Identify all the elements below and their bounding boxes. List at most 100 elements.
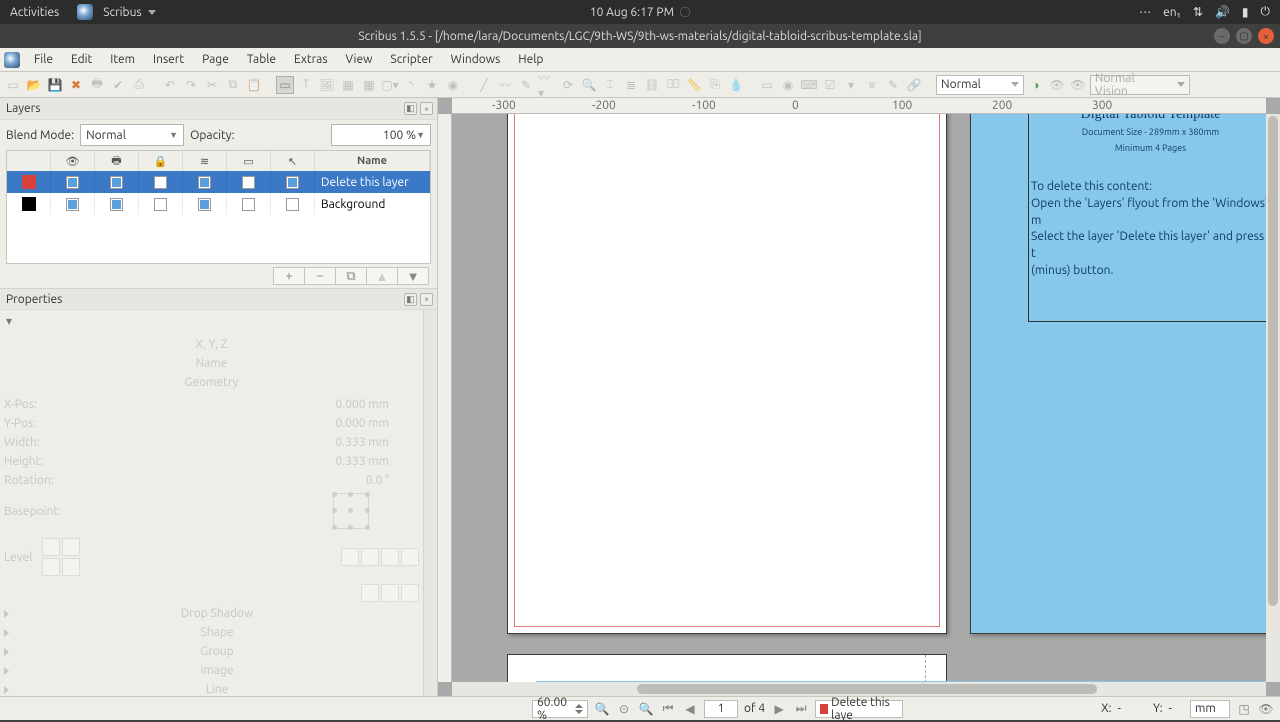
language-indicator[interactable]: en₁ xyxy=(1163,6,1181,19)
float-panel-icon[interactable]: ◧ xyxy=(404,293,417,306)
layer-print-checkbox[interactable] xyxy=(110,198,123,211)
unit-select[interactable]: mm xyxy=(1190,700,1230,718)
preflight-icon[interactable]: ✔ xyxy=(109,76,127,94)
layer-print-checkbox[interactable] xyxy=(110,176,123,189)
page-3[interactable] xyxy=(507,654,947,682)
pdf-button-icon[interactable]: ▭ xyxy=(758,76,776,94)
menu-insert[interactable]: Insert xyxy=(145,50,192,69)
render-frame-icon[interactable]: ▦ xyxy=(339,76,357,94)
lower-layer-button[interactable]: ▼ xyxy=(397,267,429,285)
section-drop-shadow[interactable]: Drop Shadow xyxy=(0,604,423,623)
text-frame-icon[interactable]: T xyxy=(297,76,315,94)
undo-icon[interactable]: ↶ xyxy=(161,76,179,94)
section-line[interactable]: Line xyxy=(0,680,423,696)
edit-in-preview-icon[interactable]: 👁 xyxy=(1069,76,1087,94)
zoom-icon[interactable]: 🔍 xyxy=(580,76,598,94)
prev-page-icon[interactable]: ◀ xyxy=(682,701,698,717)
menu-view[interactable]: View xyxy=(338,50,381,69)
measure-icon[interactable]: 📏 xyxy=(685,76,703,94)
ypos-value[interactable]: 0.000 mm xyxy=(336,417,420,430)
zoom-out-icon[interactable]: 🔍 xyxy=(594,701,610,717)
xpos-value[interactable]: 0.000 mm xyxy=(336,398,420,411)
activities-button[interactable]: Activities xyxy=(10,6,59,19)
disclosure-open-icon[interactable]: ▾ xyxy=(6,315,12,328)
last-page-icon[interactable]: ⏭ xyxy=(793,701,809,717)
select-tool-icon[interactable]: ▭ xyxy=(276,76,294,94)
canvas[interactable]: Digital Tabloid Template Document Size -… xyxy=(452,114,1266,682)
vertical-scrollbar[interactable] xyxy=(1266,114,1280,682)
cursor-pos-icon[interactable]: ◳ xyxy=(1236,701,1252,717)
layer-name[interactable]: Background xyxy=(315,198,430,211)
close-panel-icon[interactable]: × xyxy=(420,293,433,306)
menu-scripter[interactable]: Scripter xyxy=(382,50,440,69)
pdf-list-icon[interactable]: ≡ xyxy=(863,76,881,94)
opacity-spinner[interactable]: 100 %▼ xyxy=(331,124,431,146)
layer-lock-checkbox[interactable] xyxy=(154,176,167,189)
save-icon[interactable]: 💾 xyxy=(46,76,64,94)
link-frames-icon[interactable]: ⛓ xyxy=(643,76,661,94)
close-button[interactable]: × xyxy=(1258,28,1274,44)
layers-panel-header[interactable]: Layers ◧× xyxy=(0,98,437,120)
flip-h-button[interactable] xyxy=(341,548,359,566)
properties-scrollbar[interactable] xyxy=(423,310,437,696)
print-icon[interactable]: 🖶 xyxy=(88,76,106,94)
add-layer-button[interactable]: + xyxy=(273,267,305,285)
preview-icon[interactable]: 👁 xyxy=(1048,76,1066,94)
menu-page[interactable]: Page xyxy=(194,50,237,69)
remove-layer-button[interactable]: − xyxy=(304,267,336,285)
preview-mode-select[interactable]: Normal xyxy=(936,75,1024,95)
section-shape[interactable]: Shape xyxy=(0,623,423,642)
pdf-icon[interactable]: ⎙ xyxy=(130,76,148,94)
redo-icon[interactable]: ↷ xyxy=(182,76,200,94)
level-arrows[interactable] xyxy=(42,538,80,576)
edit-content-icon[interactable]: ⌶ xyxy=(601,76,619,94)
height-value[interactable]: 0.333 mm xyxy=(336,455,420,468)
image-frame-icon[interactable]: 🖼 xyxy=(318,76,336,94)
copy-icon[interactable]: ⧉ xyxy=(224,76,242,94)
table-icon[interactable]: ▦ xyxy=(360,76,378,94)
pdf-annot-icon[interactable]: ✎ xyxy=(884,76,902,94)
menu-file[interactable]: File xyxy=(26,50,61,69)
pdf-radio-icon[interactable]: ◉ xyxy=(779,76,797,94)
clock[interactable]: 10 Aug 6:17 PM ◌ xyxy=(590,6,690,19)
flip-v-button[interactable] xyxy=(361,548,379,566)
shape-icon[interactable]: ▢▾ xyxy=(381,76,399,94)
text-frame-template-info[interactable]: Digital Tabloid Template Document Size -… xyxy=(1028,114,1266,322)
current-layer-select[interactable]: Delete this laye xyxy=(815,700,903,718)
menu-table[interactable]: Table xyxy=(239,50,284,69)
menu-extras[interactable]: Extras xyxy=(286,50,336,69)
app-menu[interactable]: Scribus xyxy=(77,4,155,20)
calligraphy-icon[interactable]: 〰▾ xyxy=(538,76,556,94)
lock-button[interactable] xyxy=(381,548,399,566)
pdf-check-icon[interactable]: ☑ xyxy=(821,76,839,94)
section-group[interactable]: Group xyxy=(0,642,423,661)
network-icon[interactable]: ⇅ xyxy=(1193,5,1203,19)
minimize-button[interactable]: – xyxy=(1214,28,1230,44)
layer-visible-checkbox[interactable] xyxy=(66,176,79,189)
first-page-icon[interactable]: ⏮ xyxy=(660,701,676,717)
next-page-icon[interactable]: ▶ xyxy=(771,701,787,717)
copy-props-icon[interactable]: ⎘ xyxy=(706,76,724,94)
preview-eye-icon[interactable]: 👁 xyxy=(1258,701,1274,717)
layer-lock-checkbox[interactable] xyxy=(154,198,167,211)
lock-size-button[interactable] xyxy=(401,548,419,566)
toggle-cm-icon[interactable]: ◑ xyxy=(1027,76,1045,94)
blend-mode-select[interactable]: Normal▼ xyxy=(80,124,184,146)
layer-row-background[interactable]: Background xyxy=(7,193,430,215)
paste-icon[interactable]: 📋 xyxy=(245,76,263,94)
eyedropper-icon[interactable]: 💧 xyxy=(727,76,745,94)
menu-help[interactable]: Help xyxy=(510,50,551,69)
rotate-icon[interactable]: ⟳ xyxy=(559,76,577,94)
vertical-ruler[interactable] xyxy=(438,114,452,682)
pdf-text-icon[interactable]: ⌨ xyxy=(800,76,818,94)
unlink-frames-icon[interactable]: ⛓̸ xyxy=(664,76,682,94)
width-value[interactable]: 0.333 mm xyxy=(336,436,420,449)
overflow-icon[interactable]: ⋯ xyxy=(1139,5,1151,19)
raise-layer-button[interactable]: ▲ xyxy=(366,267,398,285)
zoom-in-icon[interactable]: 🔍 xyxy=(638,701,654,717)
layer-visible-checkbox[interactable] xyxy=(66,198,79,211)
layer-select-checkbox[interactable] xyxy=(286,176,299,189)
pdf-link-icon[interactable]: 🔗 xyxy=(905,76,923,94)
rotation-value[interactable]: 0.0 ° xyxy=(366,474,419,487)
layer-flow-checkbox[interactable] xyxy=(198,198,211,211)
